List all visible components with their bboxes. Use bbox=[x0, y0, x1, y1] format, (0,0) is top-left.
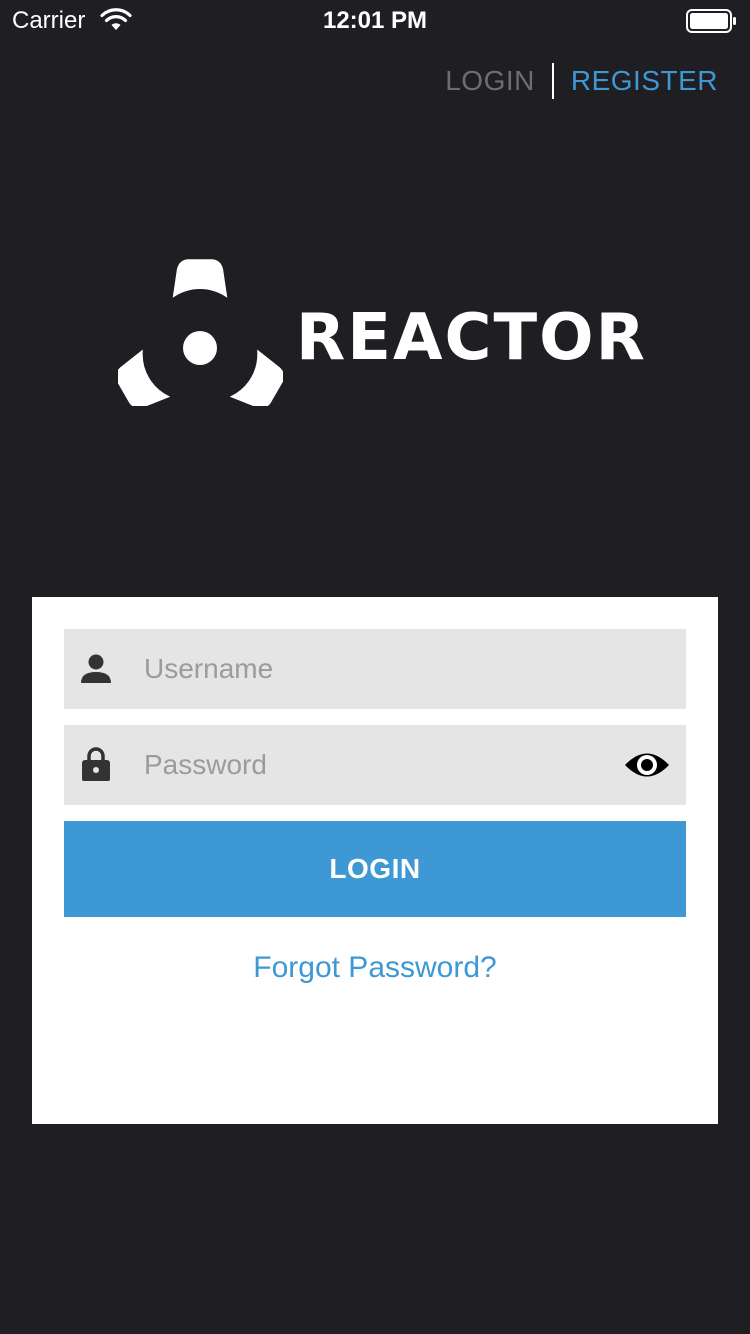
login-screen: Carrier 12:01 PM LOGIN REGISTER REACTOR … bbox=[0, 0, 750, 1334]
login-button[interactable]: LOGIN bbox=[64, 821, 686, 917]
forgot-password-link[interactable]: Forgot Password? bbox=[32, 951, 718, 985]
user-icon bbox=[81, 654, 111, 683]
tab-register[interactable]: REGISTER bbox=[571, 65, 718, 97]
auth-tabs: LOGIN REGISTER bbox=[445, 62, 718, 100]
tab-login[interactable]: LOGIN bbox=[445, 65, 535, 97]
logo-wordmark: REACTOR bbox=[296, 301, 647, 375]
eye-icon[interactable] bbox=[624, 746, 670, 784]
battery-icon bbox=[686, 9, 736, 33]
username-input[interactable] bbox=[144, 629, 604, 709]
password-field bbox=[64, 725, 686, 805]
status-bar: Carrier 12:01 PM bbox=[0, 0, 750, 40]
lock-icon bbox=[82, 747, 110, 781]
app-logo: REACTOR bbox=[118, 258, 645, 408]
reactor-logo-icon bbox=[118, 259, 283, 406]
tab-divider bbox=[551, 63, 554, 99]
password-input[interactable] bbox=[144, 725, 604, 805]
clock: 12:01 PM bbox=[322, 7, 428, 34]
login-card: LOGIN Forgot Password? bbox=[32, 597, 718, 1124]
username-field bbox=[64, 629, 686, 709]
